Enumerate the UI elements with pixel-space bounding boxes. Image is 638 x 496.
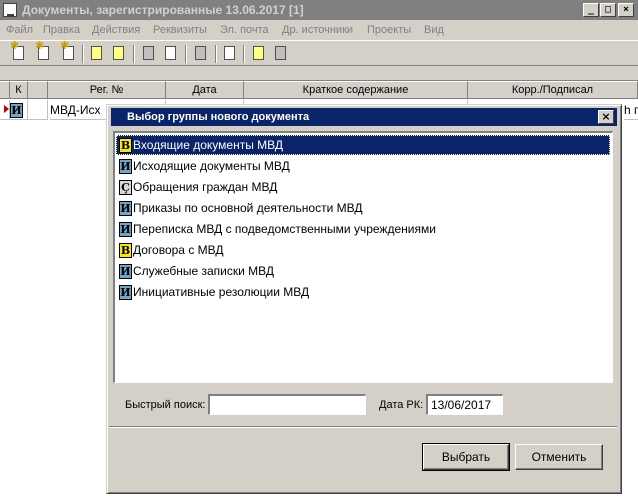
scan-icon[interactable]: [192, 44, 210, 62]
list-item-label: Обращения граждан МВД: [133, 180, 278, 194]
toolbar-separator: [243, 45, 245, 63]
menu-bar: Файл Правка Действия Реквизиты Эл. почта…: [0, 20, 638, 40]
maximize-button[interactable]: □: [600, 3, 616, 17]
dialog-close-button[interactable]: ×: [598, 110, 614, 124]
toolbar-separator: [215, 45, 217, 63]
delete-icon[interactable]: [272, 44, 290, 62]
new-document-group-dialog: Выбор группы нового документа × В Входящи…: [106, 104, 622, 494]
row-k-cell: [28, 100, 48, 120]
list-item-label: Договора с МВД: [133, 243, 224, 257]
app-document-icon: [3, 3, 17, 17]
date-rk-label: Дата РК:: [379, 399, 424, 411]
quick-search-input[interactable]: [208, 394, 366, 415]
toolbar-separator: [185, 45, 187, 63]
list-item[interactable]: В Входящие документы МВД: [116, 135, 610, 155]
menu-attributes[interactable]: Реквизиты: [153, 24, 207, 36]
list-item-label: Инициативные резолюции МВД: [133, 285, 310, 299]
column-header-summary[interactable]: Краткое содержание: [244, 81, 468, 99]
resolutions-group-icon: И: [119, 285, 132, 301]
toolbar-separator: [82, 45, 84, 63]
correspondence-group-icon: И: [119, 222, 132, 238]
list-item[interactable]: И Исходящие документы МВД: [116, 156, 610, 176]
list-item-label: Приказы по основной деятельности МВД: [133, 201, 363, 215]
menu-view[interactable]: Вид: [424, 24, 444, 36]
edit-card-icon[interactable]: [88, 44, 106, 62]
list-item-label: Входящие документы МВД: [133, 138, 284, 152]
row-correspondent: h п: [624, 100, 638, 120]
dialog-title-bar[interactable]: Выбор группы нового документа ×: [111, 108, 617, 126]
citizen-appeal-group-icon: Ç: [119, 180, 132, 196]
current-row-arrow-icon: [4, 105, 9, 113]
document-group-list[interactable]: В Входящие документы МВД И Исходящие докум…: [113, 131, 613, 383]
menu-email[interactable]: Эл. почта: [220, 24, 269, 36]
column-header-reg-no[interactable]: Рег. №: [48, 81, 166, 99]
close-window-button[interactable]: ×: [618, 3, 634, 17]
list-item[interactable]: И Служебные записки МВД: [116, 261, 610, 281]
list-item[interactable]: И Приказы по основной деятельности МВД: [116, 198, 610, 218]
menu-file[interactable]: Файл: [6, 24, 33, 36]
incoming-group-icon: В: [119, 138, 132, 154]
orders-group-icon: И: [119, 201, 132, 217]
refresh-icon[interactable]: [221, 44, 239, 62]
toolbar: ✱ ✱ ✱: [0, 40, 638, 66]
list-item[interactable]: И Инициативные резолюции МВД: [116, 282, 610, 302]
column-header-correspondent[interactable]: Корр./Подписал: [468, 81, 638, 99]
list-item[interactable]: В Договора с МВД: [116, 240, 610, 260]
search-icon[interactable]: [250, 44, 268, 62]
dialog-divider: [109, 426, 617, 428]
menu-projects[interactable]: Проекты: [367, 24, 411, 36]
menu-other-sources[interactable]: Др. источники: [282, 24, 353, 36]
cancel-button[interactable]: Отменить: [515, 444, 603, 470]
quick-search-label: Быстрый поиск:: [125, 399, 206, 411]
outgoing-group-icon: И: [119, 159, 132, 175]
menu-actions[interactable]: Действия: [92, 24, 140, 36]
window-title: Документы, зарегистрированные 13.06.2017…: [22, 3, 304, 17]
column-header-marker[interactable]: [0, 81, 10, 99]
new-linked-document-icon[interactable]: ✱: [60, 41, 78, 62]
date-rk-field[interactable]: [426, 394, 503, 415]
column-header-k[interactable]: К: [10, 81, 28, 99]
print-preview-icon[interactable]: [162, 44, 180, 62]
list-item[interactable]: И Переписка МВД с подведомственными учреж…: [116, 219, 610, 239]
list-item-label: Исходящие документы МВД: [133, 159, 290, 173]
window-title-bar[interactable]: Документы, зарегистрированные 13.06.2017…: [0, 0, 638, 20]
minimize-button[interactable]: _: [583, 3, 599, 17]
new-document-icon[interactable]: ✱: [10, 41, 28, 62]
row-type-cell: И: [10, 100, 28, 120]
toolbar-separator: [133, 45, 135, 63]
list-item[interactable]: Ç Обращения граждан МВД: [116, 177, 610, 197]
column-header-date[interactable]: Дата: [166, 81, 244, 99]
resolution-icon[interactable]: [110, 44, 128, 62]
list-item-label: Переписка МВД с подведомственными учрежд…: [133, 222, 436, 236]
outgoing-document-icon: И: [10, 103, 23, 119]
new-document-copy-icon[interactable]: ✱: [35, 41, 53, 62]
contracts-group-icon: В: [119, 243, 132, 259]
menu-edit[interactable]: Правка: [43, 24, 80, 36]
column-header-type[interactable]: [28, 81, 48, 99]
list-item-label: Служебные записки МВД: [133, 264, 275, 278]
select-button[interactable]: Выбрать: [422, 443, 510, 471]
memos-group-icon: И: [119, 264, 132, 280]
dialog-title: Выбор группы нового документа: [127, 111, 310, 123]
print-icon[interactable]: [140, 44, 158, 62]
